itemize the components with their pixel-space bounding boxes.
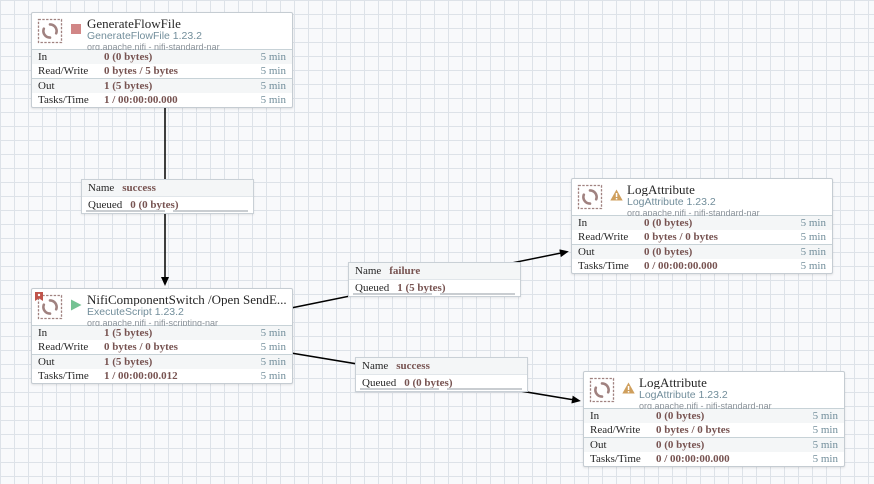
processor-stamp-icon bbox=[577, 184, 603, 210]
connection-label-success-2[interactable]: Name success Queued 0 (0 bytes) bbox=[355, 357, 528, 392]
processor-header: LogAttribute LogAttribute 1.23.2 org.apa… bbox=[584, 372, 844, 411]
processor-type: LogAttribute 1.23.2 bbox=[639, 389, 728, 401]
connection-name: success bbox=[122, 182, 156, 194]
processor-title: NifiComponentSwitch /Open SendE... bbox=[87, 293, 287, 306]
stat-row-taskstime: Tasks/Time 1 / 00:00:00.000 5 min bbox=[38, 94, 286, 106]
connection-label-success-1[interactable]: Name success Queued 0 (0 bytes) bbox=[81, 179, 254, 214]
stat-row-out: Out 0 (0 bytes) 5 min bbox=[584, 437, 844, 452]
connection-name-row: Name success bbox=[356, 358, 527, 375]
stat-row-in: In 0 (0 bytes) 5 min bbox=[32, 50, 292, 64]
processor-type: ExecuteScript 1.23.2 bbox=[87, 306, 184, 318]
processor-logattribute-top[interactable]: LogAttribute LogAttribute 1.23.2 org.apa… bbox=[571, 178, 833, 274]
processor-stamp-icon bbox=[589, 377, 615, 403]
processor-title: LogAttribute bbox=[639, 376, 707, 389]
processor-title: GenerateFlowFile bbox=[87, 17, 181, 30]
processor-stats: In 0 (0 bytes) 5 min Read/Write 0 bytes … bbox=[572, 215, 832, 273]
processor-header: NifiComponentSwitch /Open SendE... Execu… bbox=[32, 289, 292, 328]
stopped-icon bbox=[70, 22, 82, 34]
queue-size-indicator bbox=[353, 293, 432, 295]
stat-row-readwrite: Read/Write 0 bytes / 0 bytes 5 min bbox=[578, 231, 826, 243]
processor-title: LogAttribute bbox=[627, 183, 695, 196]
connection-queued-row: Queued 0 (0 bytes) bbox=[356, 375, 527, 391]
processor-type: GenerateFlowFile 1.23.2 bbox=[87, 30, 202, 42]
connection-name: failure bbox=[389, 265, 421, 277]
processor-stats: In 1 (5 bytes) 5 min Read/Write 0 bytes … bbox=[32, 325, 292, 383]
stat-row-readwrite: Read/Write 0 bytes / 0 bytes 5 min bbox=[590, 424, 838, 436]
processor-stats: In 0 (0 bytes) 5 min Read/Write 0 bytes … bbox=[584, 408, 844, 466]
queue-size-indicator bbox=[360, 388, 439, 390]
stat-row-readwrite: Read/Write 0 bytes / 5 bytes 5 min bbox=[38, 65, 286, 77]
connection-queued-row: Queued 1 (5 bytes) bbox=[349, 280, 520, 296]
processor-nificomponentswitch[interactable]: NifiComponentSwitch /Open SendE... Execu… bbox=[31, 288, 293, 384]
stat-row-out: Out 0 (0 bytes) 5 min bbox=[572, 244, 832, 259]
nifi-flow-canvas[interactable]: { "app": "Apache NiFi flow canvas", "col… bbox=[0, 0, 874, 484]
processor-header: LogAttribute LogAttribute 1.23.2 org.apa… bbox=[572, 179, 832, 218]
invalid-warning-icon bbox=[610, 188, 623, 201]
processor-logattribute-bottom[interactable]: LogAttribute LogAttribute 1.23.2 org.apa… bbox=[583, 371, 845, 467]
running-icon bbox=[70, 298, 82, 311]
processor-stamp-icon bbox=[37, 18, 63, 44]
stat-row-in: In 0 (0 bytes) 5 min bbox=[572, 216, 832, 230]
stat-row-taskstime: Tasks/Time 1 / 00:00:00.012 5 min bbox=[38, 370, 286, 382]
queue-count-indicator bbox=[172, 210, 248, 212]
processor-generateflowfile[interactable]: GenerateFlowFile GenerateFlowFile 1.23.2… bbox=[31, 12, 293, 108]
processor-header: GenerateFlowFile GenerateFlowFile 1.23.2… bbox=[32, 13, 292, 52]
stat-row-readwrite: Read/Write 0 bytes / 0 bytes 5 min bbox=[38, 341, 286, 353]
stat-row-taskstime: Tasks/Time 0 / 00:00:00.000 5 min bbox=[590, 453, 838, 465]
connection-name-row: Name success bbox=[82, 180, 253, 197]
connection-name: success bbox=[396, 360, 430, 372]
queue-count-indicator bbox=[446, 388, 522, 390]
processor-type: LogAttribute 1.23.2 bbox=[627, 196, 716, 208]
stat-row-taskstime: Tasks/Time 0 / 00:00:00.000 5 min bbox=[578, 260, 826, 272]
queue-count-indicator bbox=[439, 293, 515, 295]
processor-stats: In 0 (0 bytes) 5 min Read/Write 0 bytes … bbox=[32, 49, 292, 107]
invalid-warning-icon bbox=[622, 381, 635, 394]
connection-name-row: Name failure bbox=[349, 263, 520, 280]
connection-label-failure[interactable]: Name failure Queued 1 (5 bytes) bbox=[348, 262, 521, 297]
connection-queued-row: Queued 0 (0 bytes) bbox=[82, 197, 253, 213]
stat-row-out: Out 1 (5 bytes) 5 min bbox=[32, 78, 292, 93]
stat-row-in: In 1 (5 bytes) 5 min bbox=[32, 326, 292, 340]
version-flag-icon bbox=[34, 290, 44, 302]
stat-row-in: In 0 (0 bytes) 5 min bbox=[584, 409, 844, 423]
queue-size-indicator bbox=[86, 210, 165, 212]
stat-row-out: Out 1 (5 bytes) 5 min bbox=[32, 354, 292, 369]
